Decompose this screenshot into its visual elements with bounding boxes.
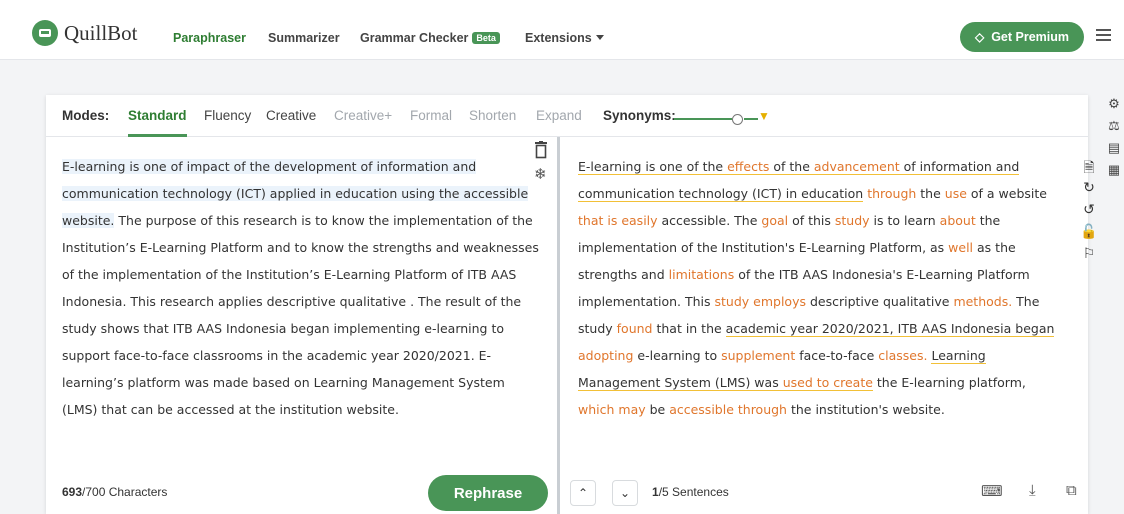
modes-label: Modes: bbox=[62, 108, 110, 123]
stats-icon[interactable]: ▦ bbox=[1104, 162, 1124, 184]
output-text-segment: academic year 2020/2021, ITB AAS Indones… bbox=[725, 321, 1055, 337]
char-limit-label: /700 Characters bbox=[82, 485, 168, 499]
file-icon[interactable]: 🗎 bbox=[1078, 157, 1100, 179]
sentence-current: 1 bbox=[652, 485, 659, 499]
output-text-segment: the institution's website. bbox=[786, 402, 945, 417]
changed-word[interactable]: used to create bbox=[782, 375, 873, 391]
output-text-segment: e-learning to bbox=[633, 348, 722, 363]
sentence-total: /5 Sentences bbox=[658, 485, 729, 499]
mode-expand[interactable]: Expand bbox=[536, 108, 582, 123]
output-text-segment: of this bbox=[788, 213, 835, 228]
changed-word[interactable]: that is bbox=[578, 213, 617, 228]
output-text-segment: E-learning is one of the bbox=[578, 159, 728, 175]
changed-word[interactable]: use bbox=[945, 186, 967, 201]
rephrase-button[interactable]: Rephrase bbox=[428, 475, 548, 511]
mode-creative-plus[interactable]: Creative+ bbox=[334, 108, 392, 123]
mode-creative[interactable]: Creative bbox=[266, 108, 316, 123]
nav-extensions[interactable]: Extensions bbox=[525, 31, 604, 45]
premium-gem-icon: ▼ bbox=[758, 109, 770, 123]
modes-bar: Modes: Standard Fluency Creative Creativ… bbox=[46, 95, 1088, 137]
changed-word[interactable]: well bbox=[948, 240, 973, 255]
changed-word[interactable]: about bbox=[940, 213, 976, 228]
mode-formal[interactable]: Formal bbox=[410, 108, 452, 123]
download-icon[interactable]: ⤓ bbox=[1029, 482, 1036, 499]
mode-standard[interactable]: Standard bbox=[128, 108, 187, 137]
slider-track-premium bbox=[744, 118, 758, 120]
output-text-segment: of the bbox=[769, 159, 814, 175]
slider-track-filled bbox=[674, 118, 732, 120]
next-sentence-button[interactable]: ⌄ bbox=[612, 480, 638, 506]
changed-word[interactable]: effects bbox=[727, 159, 770, 175]
changed-word[interactable]: accessible through bbox=[669, 402, 787, 417]
undo-icon[interactable]: ↺ bbox=[1078, 201, 1100, 223]
changed-word[interactable]: goal bbox=[761, 213, 788, 228]
refresh-icon[interactable]: ↻ bbox=[1078, 179, 1100, 201]
compare-icon[interactable]: ⚖ bbox=[1104, 118, 1124, 140]
changed-word[interactable]: easily bbox=[621, 213, 657, 228]
mode-fluency[interactable]: Fluency bbox=[204, 108, 251, 123]
synonyms-label: Synonyms: bbox=[603, 108, 676, 123]
logo-text: QuillBot bbox=[64, 20, 138, 45]
output-text-segment: the bbox=[916, 186, 945, 201]
changed-word[interactable]: methods. bbox=[953, 294, 1012, 309]
output-text-segment: that in the bbox=[652, 321, 726, 336]
changed-word[interactable]: limitations bbox=[669, 267, 735, 282]
sentence-counter: 1/5 Sentences bbox=[652, 485, 729, 499]
chevron-down-icon bbox=[595, 35, 604, 40]
slider-handle[interactable] bbox=[732, 114, 743, 125]
freeze-icon[interactable]: ❄ bbox=[534, 165, 547, 183]
changed-word[interactable]: found bbox=[617, 321, 653, 336]
chevron-up-icon: ⌃ bbox=[577, 486, 589, 500]
changed-word[interactable]: supplement bbox=[721, 348, 795, 363]
changed-word[interactable]: study employs bbox=[715, 294, 806, 309]
nav-grammar-checker[interactable]: Grammar Checker Beta bbox=[360, 31, 500, 45]
output-text-segment: face-to-face bbox=[795, 348, 879, 363]
changed-word[interactable]: study bbox=[835, 213, 870, 228]
settings-icon[interactable]: ⚙ bbox=[1104, 96, 1124, 118]
quillbot-logo[interactable]: QuillBot bbox=[32, 20, 138, 46]
quillbot-logo-icon bbox=[32, 20, 58, 46]
get-premium-label: Get Premium bbox=[991, 30, 1070, 44]
diamond-icon: ◇ bbox=[974, 30, 985, 44]
mode-shorten[interactable]: Shorten bbox=[469, 108, 516, 123]
nav-extensions-label: Extensions bbox=[525, 31, 592, 45]
synonyms-slider[interactable]: ▼ bbox=[674, 109, 774, 125]
get-premium-button[interactable]: ◇ Get Premium bbox=[960, 22, 1084, 52]
flag-icon[interactable]: ⚐ bbox=[1078, 245, 1100, 267]
output-text-segment: of a website bbox=[966, 186, 1047, 201]
output-text-segment: the E-learning platform, bbox=[872, 375, 1026, 390]
input-text-area[interactable]: E-learning is one of impact of the devel… bbox=[62, 153, 540, 423]
changed-word[interactable]: advancement bbox=[813, 159, 900, 175]
nav-paraphraser[interactable]: Paraphraser bbox=[173, 31, 246, 45]
character-count: 693/700 Characters bbox=[62, 485, 167, 499]
pane-divider[interactable] bbox=[557, 137, 560, 514]
top-navigation-bar: QuillBot Paraphraser Summarizer Grammar … bbox=[0, 0, 1124, 60]
copy-icon[interactable]: ⧉ bbox=[1066, 482, 1077, 499]
output-text-segment: descriptive qualitative bbox=[806, 294, 954, 309]
paraphraser-card: Modes: Standard Fluency Creative Creativ… bbox=[46, 95, 1098, 514]
keyboard-icon[interactable]: ⌨ bbox=[981, 482, 1003, 500]
output-text-area[interactable]: E-learning is one of the effects of the … bbox=[578, 153, 1066, 423]
char-count-value: 693 bbox=[62, 485, 83, 499]
changed-word[interactable]: through bbox=[867, 186, 916, 201]
beta-badge: Beta bbox=[472, 32, 500, 44]
input-remaining-text: The purpose of this research is to know … bbox=[62, 213, 539, 417]
hamburger-menu-icon[interactable] bbox=[1096, 29, 1111, 41]
nav-summarizer[interactable]: Summarizer bbox=[268, 31, 340, 45]
output-toolbar: 🗎 ↻ ↺ 🔓 ⚐ bbox=[1078, 157, 1100, 267]
nav-grammar-checker-label: Grammar Checker bbox=[360, 31, 469, 45]
side-toolbar: ⚙ ⚖ ▤ ▦ bbox=[1104, 96, 1124, 184]
changed-word[interactable]: adopting bbox=[578, 348, 633, 363]
changed-word[interactable]: which may bbox=[578, 402, 646, 417]
previous-sentence-button[interactable]: ⌃ bbox=[570, 480, 596, 506]
chevron-down-icon: ⌄ bbox=[619, 486, 631, 500]
output-text-segment: accessible. The bbox=[657, 213, 762, 228]
comment-icon[interactable]: ▤ bbox=[1104, 140, 1124, 162]
output-text-segment: be bbox=[645, 402, 670, 417]
unlock-icon[interactable]: 🔓 bbox=[1078, 223, 1100, 245]
trash-icon[interactable] bbox=[534, 141, 548, 159]
changed-word[interactable]: classes. bbox=[878, 348, 927, 363]
output-text-segment: is to learn bbox=[869, 213, 940, 228]
